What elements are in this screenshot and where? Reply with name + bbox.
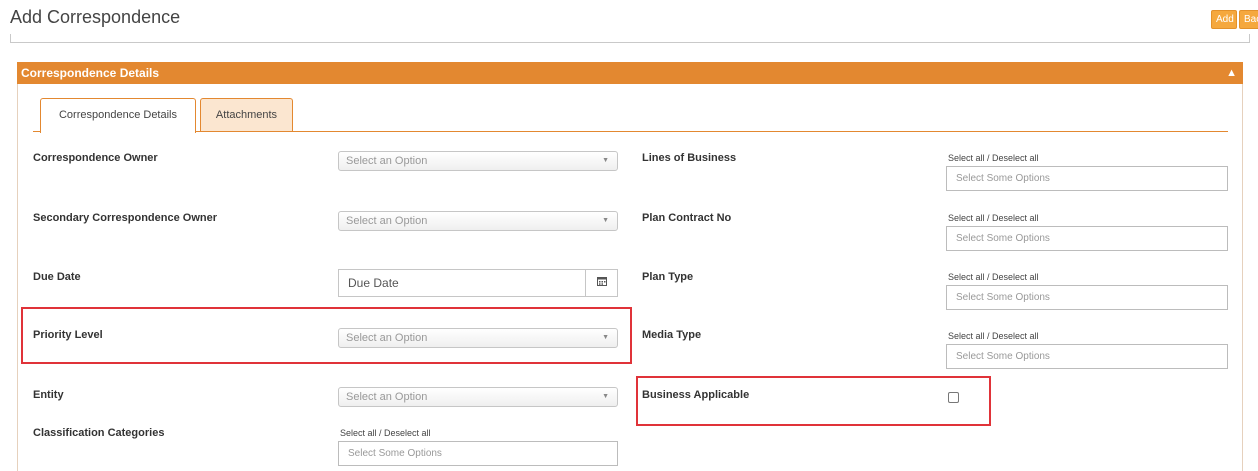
- plan-type-select-all-link[interactable]: Select all / Deselect all: [948, 272, 1039, 282]
- chevron-down-icon: ▼: [602, 217, 609, 224]
- top-container: [10, 34, 1250, 43]
- media-type-label: Media Type: [642, 329, 702, 341]
- media-type-input[interactable]: Select Some Options: [946, 344, 1228, 369]
- business-applicable-label: Business Applicable: [642, 389, 750, 401]
- entity-value: Select an Option: [346, 391, 428, 403]
- priority-level-value: Select an Option: [346, 332, 428, 344]
- tab-attachments[interactable]: Attachments: [200, 98, 293, 132]
- correspondence-owner-select[interactable]: Select an Option ▼: [338, 151, 618, 171]
- business-applicable-highlight-box: [636, 376, 991, 426]
- lines-of-business-label: Lines of Business: [642, 152, 737, 164]
- page-title: Add Correspondence: [10, 7, 181, 27]
- classification-select-all-link[interactable]: Select all / Deselect all: [340, 428, 431, 438]
- due-date-label: Due Date: [33, 271, 81, 283]
- classification-categories-input[interactable]: Select Some Options: [338, 441, 618, 466]
- lines-of-business-input[interactable]: Select Some Options: [946, 166, 1228, 191]
- correspondence-owner-label: Correspondence Owner: [33, 152, 158, 164]
- panel-body: [17, 84, 1243, 471]
- entity-select[interactable]: Select an Option ▼: [338, 387, 618, 407]
- plan-type-label: Plan Type: [642, 271, 694, 283]
- business-applicable-checkbox[interactable]: [948, 392, 959, 403]
- priority-level-select[interactable]: Select an Option ▼: [338, 328, 618, 348]
- due-date-placeholder: Due Date: [348, 276, 399, 290]
- plan-type-input[interactable]: Select Some Options: [946, 285, 1228, 310]
- correspondence-owner-value: Select an Option: [346, 155, 428, 167]
- due-date-input[interactable]: Due Date: [338, 269, 618, 297]
- add-button[interactable]: Add: [1211, 10, 1237, 29]
- panel-header[interactable]: Correspondence Details ▲: [17, 62, 1243, 84]
- classification-categories-label: Classification Categories: [33, 427, 165, 439]
- back-button[interactable]: Back: [1239, 10, 1258, 29]
- secondary-owner-select[interactable]: Select an Option ▼: [338, 211, 618, 231]
- priority-level-label: Priority Level: [33, 329, 103, 341]
- entity-label: Entity: [33, 389, 64, 401]
- plan-contract-no-label: Plan Contract No: [642, 212, 732, 224]
- secondary-owner-value: Select an Option: [346, 215, 428, 227]
- tab-divider: [33, 131, 1228, 132]
- media-type-select-all-link[interactable]: Select all / Deselect all: [948, 331, 1039, 341]
- panel-title: Correspondence Details: [21, 66, 160, 80]
- tab-correspondence-details[interactable]: Correspondence Details: [40, 98, 196, 133]
- chevron-down-icon: ▼: [602, 393, 609, 400]
- secondary-owner-label: Secondary Correspondence Owner: [33, 212, 217, 224]
- chevron-down-icon: ▼: [602, 334, 609, 341]
- calendar-icon[interactable]: [585, 270, 617, 296]
- chevron-down-icon: ▼: [602, 157, 609, 164]
- chevron-up-icon[interactable]: ▲: [1226, 62, 1237, 84]
- plan-contract-select-all-link[interactable]: Select all / Deselect all: [948, 213, 1039, 223]
- lines-of-business-select-all-link[interactable]: Select all / Deselect all: [948, 153, 1039, 163]
- plan-contract-no-input[interactable]: Select Some Options: [946, 226, 1228, 251]
